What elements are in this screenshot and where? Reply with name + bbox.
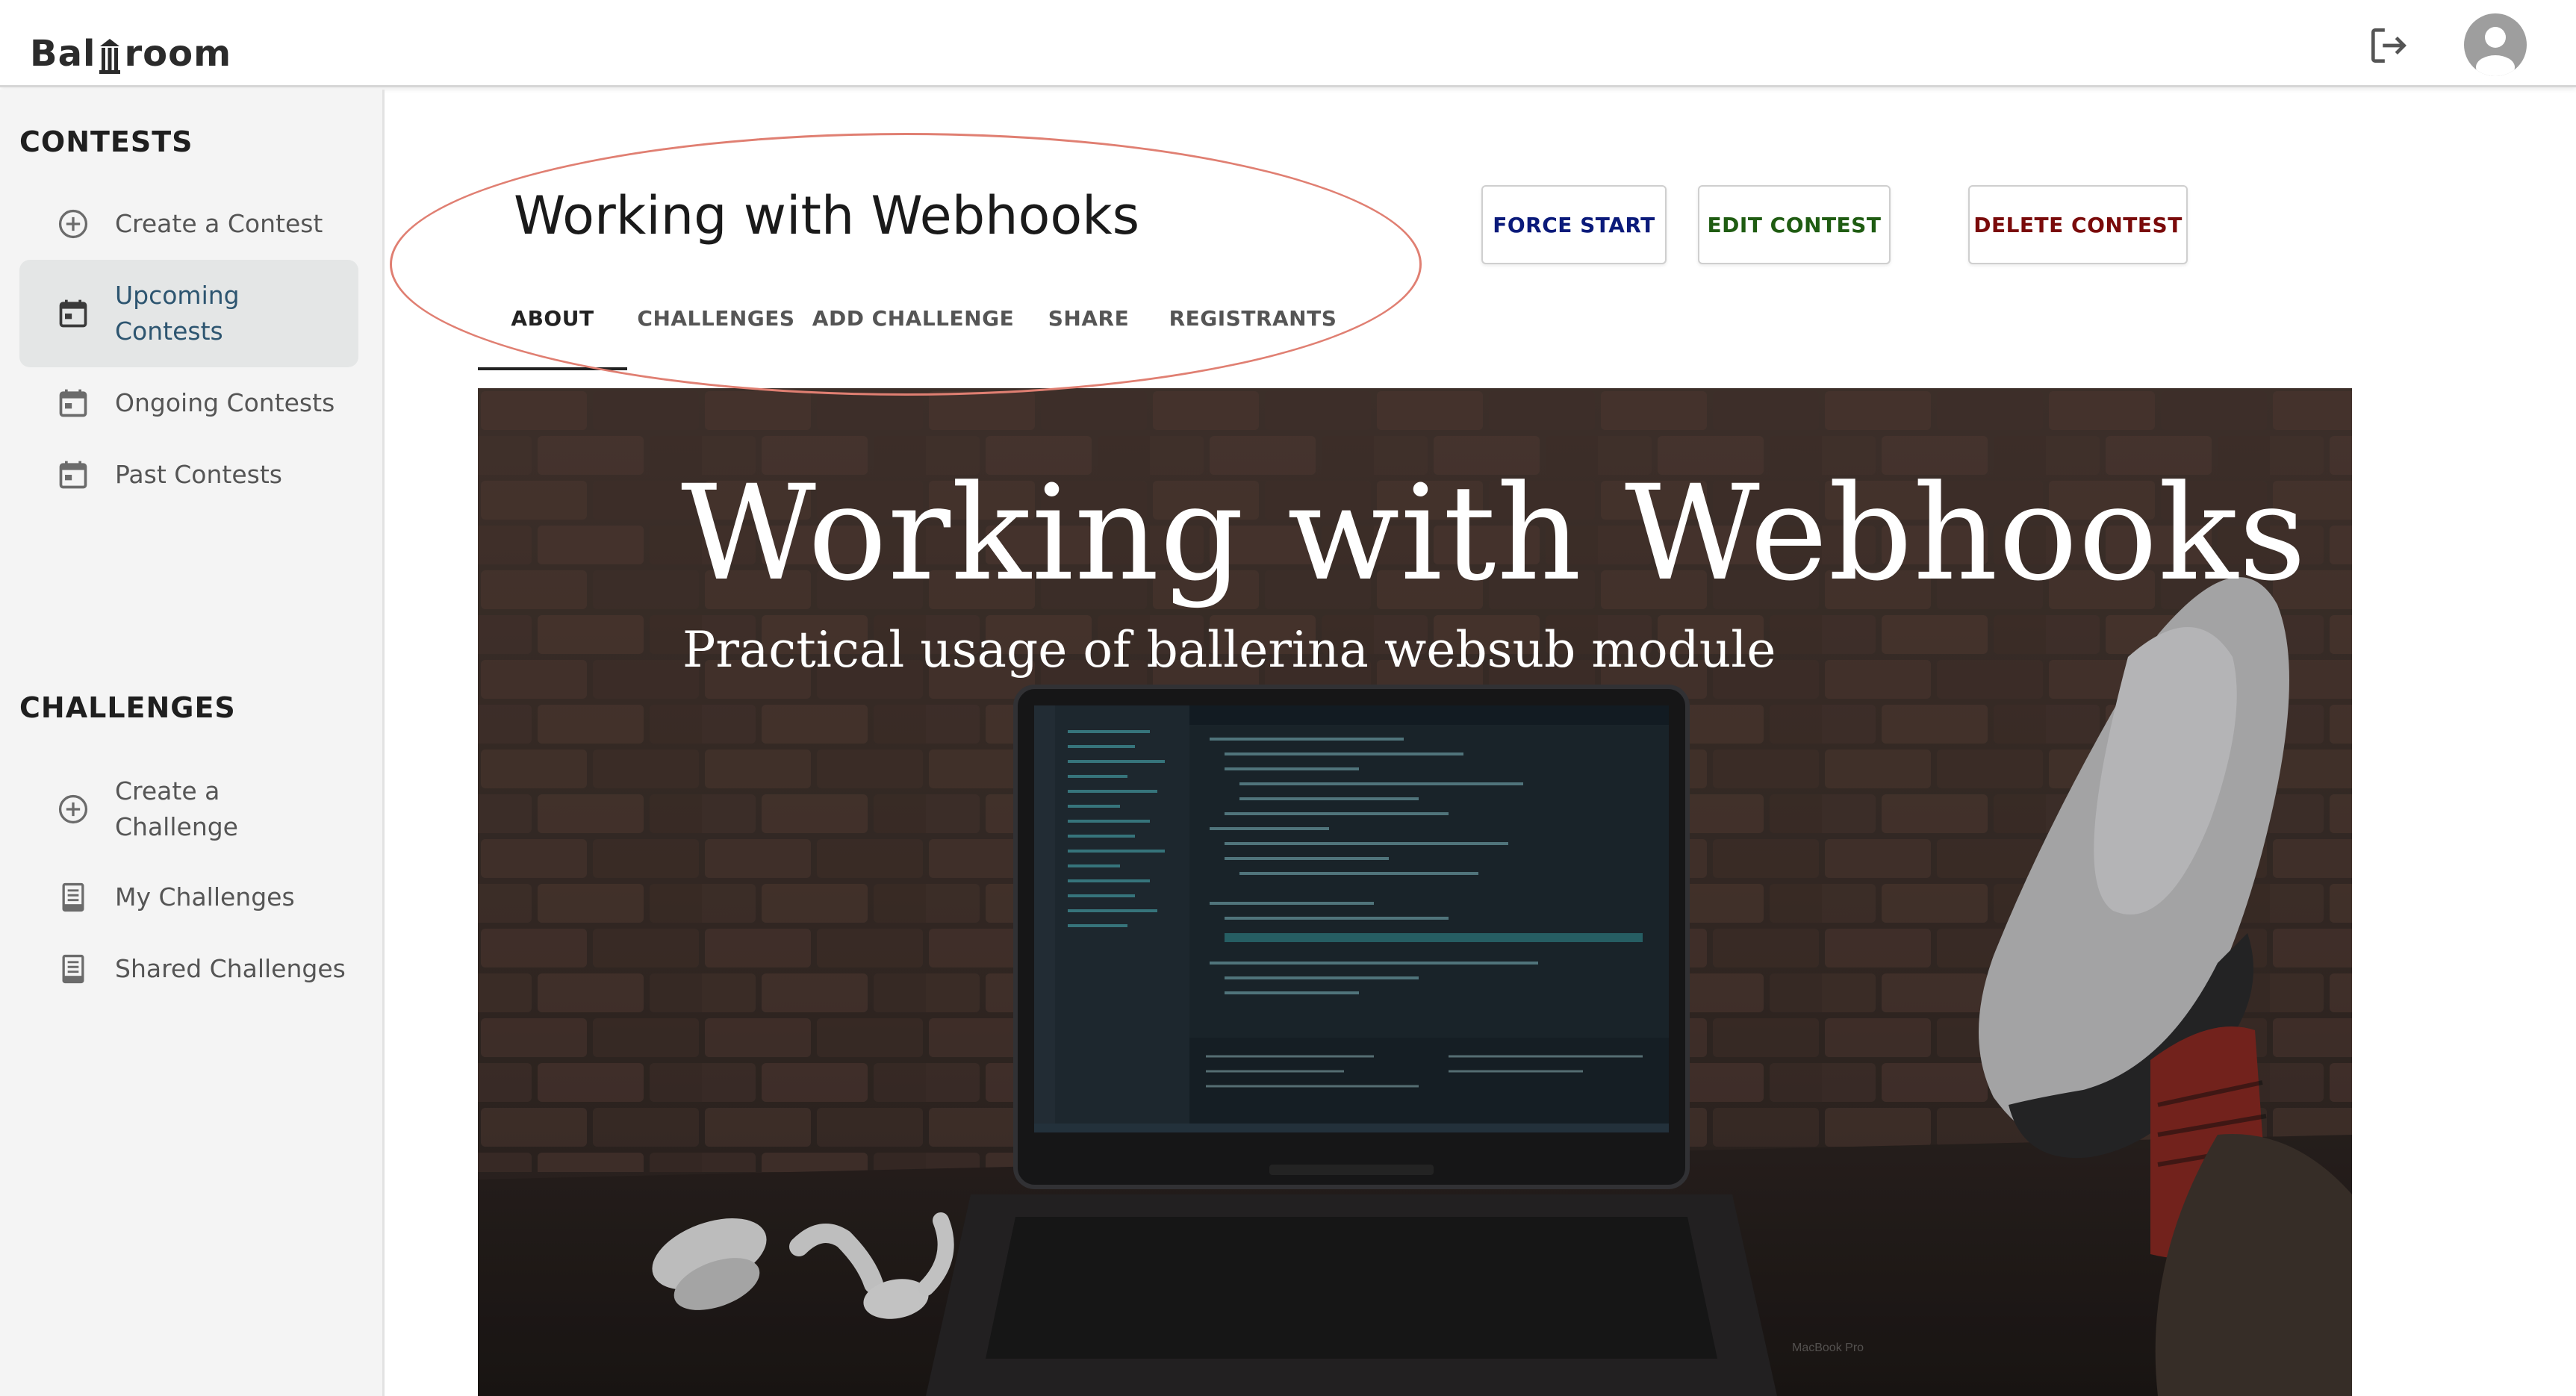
sidebar-item-create-contest[interactable]: Create a Contest — [19, 202, 358, 246]
top-app-bar: Bal room — [0, 0, 2576, 87]
contests-section-title: CONTESTS — [19, 125, 193, 158]
force-start-button[interactable]: FORCE START — [1481, 185, 1667, 264]
ballroom-logo[interactable]: Bal room — [30, 27, 231, 75]
banner-headline: Working with Webhooks — [681, 457, 2307, 610]
tab-add-challenge[interactable]: ADD CHALLENGE — [805, 306, 1021, 370]
tab-share[interactable]: SHARE — [1021, 306, 1156, 370]
sidebar-item-label: My Challenges — [115, 882, 295, 912]
sidebar-item-label: Shared Challenges — [115, 954, 346, 983]
laptop-label: MacBook Pro — [1792, 1342, 1864, 1354]
tab-registrants[interactable]: REGISTRANTS — [1156, 306, 1350, 370]
sidebar-item-ongoing-contests[interactable]: Ongoing Contests — [19, 381, 358, 426]
document-icon — [57, 881, 90, 914]
sidebar: CONTESTS Create a Contest Upcoming Conte… — [0, 90, 385, 1396]
sidebar-item-upcoming-contests[interactable]: Upcoming Contests — [19, 260, 358, 367]
sidebar-item-my-challenges[interactable]: My Challenges — [19, 875, 358, 920]
calendar-icon — [57, 387, 90, 420]
edit-contest-button[interactable]: EDIT CONTEST — [1698, 185, 1891, 264]
sidebar-item-label: Upcoming Contests — [115, 281, 240, 346]
sidebar-item-label: Create a Contest — [115, 209, 323, 238]
delete-contest-button[interactable]: DELETE CONTEST — [1968, 185, 2188, 264]
main-content: Working with Webhooks ABOUT CHALLENGES A… — [387, 90, 2576, 1396]
logo-text-start: Bal — [30, 33, 96, 75]
account-circle-icon[interactable] — [2464, 13, 2527, 76]
banner-subheadline: Practical usage of ballerina websub modu… — [682, 621, 1776, 679]
sidebar-item-label: Create a Challenge — [115, 776, 238, 841]
tab-challenges[interactable]: CHALLENGES — [627, 306, 805, 370]
contest-banner-image: MacBook Pro Working with Webhooks Practi… — [478, 388, 2352, 1396]
add-circle-icon — [57, 208, 90, 240]
calendar-icon — [57, 297, 90, 330]
sidebar-item-past-contests[interactable]: Past Contests — [19, 452, 358, 497]
document-icon — [57, 953, 90, 985]
add-circle-icon — [57, 793, 90, 826]
calendar-icon — [57, 458, 90, 491]
challenges-section-title: CHALLENGES — [19, 691, 236, 724]
contest-title: Working with Webhooks — [514, 185, 1140, 246]
sidebar-item-label: Past Contests — [115, 460, 282, 489]
sidebar-item-shared-challenges[interactable]: Shared Challenges — [19, 947, 358, 991]
sidebar-item-label: Ongoing Contests — [115, 388, 335, 417]
logout-icon[interactable] — [2365, 22, 2412, 69]
logo-text-end: room — [124, 33, 232, 75]
logo-pillar-icon — [99, 37, 121, 75]
tab-about[interactable]: ABOUT — [478, 306, 627, 370]
sidebar-item-create-challenge[interactable]: Create a Challenge — [19, 766, 358, 853]
